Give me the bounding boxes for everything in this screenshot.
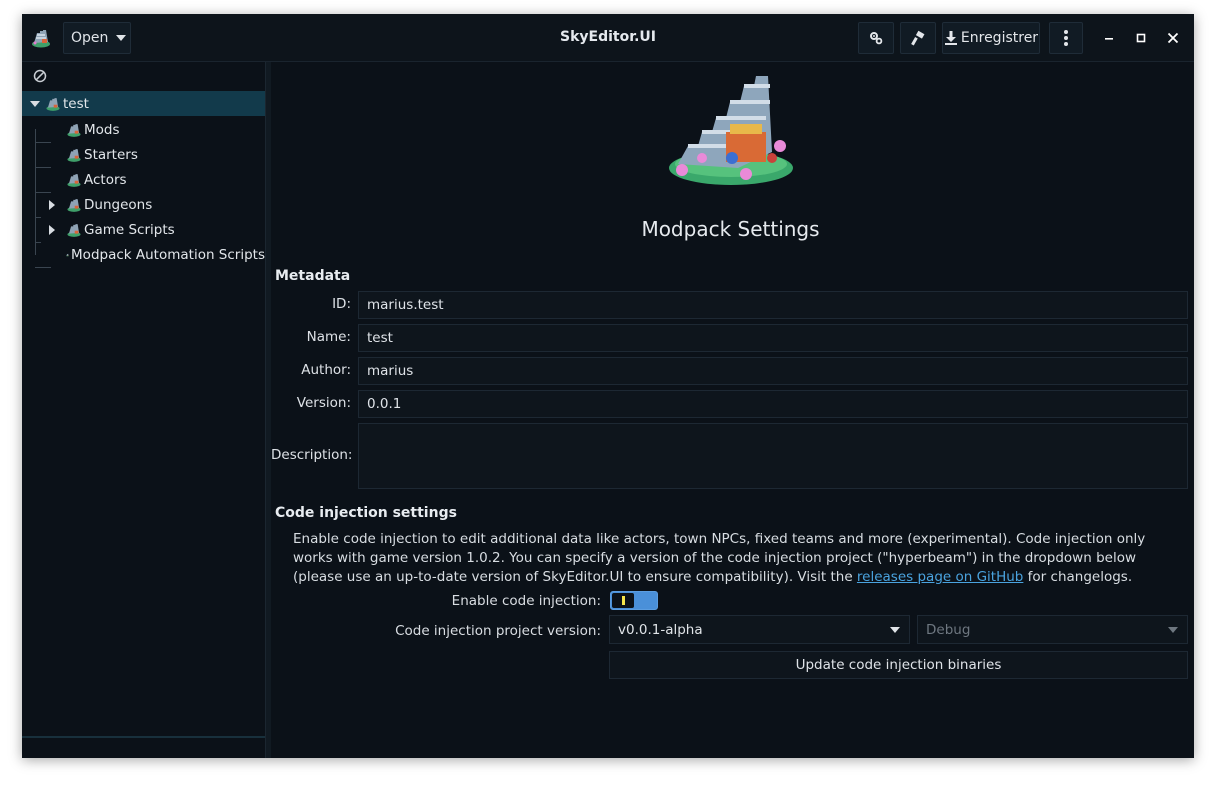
close-button[interactable] — [1160, 26, 1186, 50]
name-field[interactable]: test — [358, 324, 1188, 352]
build-configuration-select: Debug — [917, 615, 1188, 644]
modpack-icon — [66, 253, 69, 256]
project-version-select[interactable]: v0.0.1-alpha — [609, 615, 910, 644]
expand-arrow-icon[interactable] — [49, 224, 55, 235]
chevron-down-icon — [1168, 627, 1178, 633]
minimize-button[interactable] — [1096, 26, 1122, 50]
enable-code-injection-toggle[interactable] — [610, 591, 658, 610]
description-field[interactable] — [358, 423, 1188, 489]
title-bar: Open SkyEditor.UI Enregistrer — [22, 14, 1194, 62]
description-label: Description: — [271, 447, 353, 463]
author-label: Author: — [301, 362, 351, 378]
build-configuration-value: Debug — [926, 621, 971, 638]
tree-item-dungeons[interactable]: Dungeons — [22, 192, 265, 217]
tree-item-label: Actors — [84, 171, 127, 188]
collapse-arrow-icon[interactable] — [30, 100, 40, 107]
toggle-knob — [612, 593, 634, 608]
version-field[interactable]: 0.0.1 — [358, 390, 1188, 418]
tree-item-label: Starters — [84, 146, 138, 163]
tree-item-label: Modpack Automation Scripts — [71, 246, 265, 263]
modpack-icon — [67, 198, 81, 212]
modpack-icon — [67, 148, 81, 162]
app-logo-icon — [32, 30, 50, 48]
save-button[interactable]: Enregistrer — [942, 22, 1040, 54]
build-settings-button[interactable] — [858, 22, 894, 54]
author-field[interactable]: marius — [358, 357, 1188, 385]
tree-item-label: Dungeons — [84, 196, 153, 213]
tree-item-mods[interactable]: Mods — [22, 117, 265, 142]
chevron-down-icon — [116, 35, 127, 41]
open-menu-label: Open — [71, 30, 109, 46]
save-button-label: Enregistrer — [960, 30, 1039, 46]
code-injection-description: Enable code injection to edit additional… — [293, 530, 1188, 587]
expand-arrow-icon[interactable] — [49, 199, 55, 210]
toggle-indicator — [622, 596, 625, 605]
maximize-icon — [1136, 33, 1146, 43]
id-field[interactable]: marius.test — [358, 291, 1188, 319]
project-version-value: v0.0.1-alpha — [618, 621, 703, 638]
patch-button[interactable] — [900, 22, 936, 54]
tree-item-actors[interactable]: Actors — [22, 167, 265, 192]
download-icon — [944, 31, 957, 45]
hammer-icon — [911, 30, 925, 46]
chevron-down-icon — [890, 627, 900, 633]
tree-item-label: Game Scripts — [84, 221, 175, 238]
modpack-logo-image — [669, 76, 793, 185]
enable-code-injection-label: Enable code injection: — [451, 593, 601, 609]
app-window: Open SkyEditor.UI Enregistrer test Mods … — [22, 14, 1194, 758]
code-injection-section-title: Code injection settings — [275, 505, 457, 521]
modpack-icon — [67, 223, 81, 237]
kebab-menu-icon — [1064, 30, 1068, 46]
update-binaries-button[interactable]: Update code injection binaries — [609, 651, 1188, 679]
modpack-icon — [67, 123, 81, 137]
version-label: Version: — [296, 395, 351, 411]
minimize-icon — [1105, 38, 1113, 40]
modpack-icon — [67, 173, 81, 187]
metadata-section-title: Metadata — [275, 268, 351, 284]
tree-item-label: test — [63, 95, 89, 112]
tree-item-automation-scripts[interactable]: Modpack Automation Scripts — [22, 242, 265, 267]
id-label: ID: — [332, 296, 351, 312]
sidebar-status-strip — [22, 736, 265, 758]
tree-item-label: Mods — [84, 121, 120, 138]
project-version-label: Code injection project version: — [395, 623, 601, 639]
open-menu-button[interactable]: Open — [63, 22, 131, 54]
project-tree-panel: test Mods Starters Actors Dungeons Game … — [22, 62, 265, 758]
close-icon — [1167, 32, 1179, 44]
page-title: Modpack Settings — [641, 217, 820, 241]
gears-icon — [870, 32, 883, 45]
modpack-icon — [46, 97, 60, 111]
tree-item-root[interactable]: test — [22, 91, 265, 116]
github-releases-link[interactable]: releases page on GitHub — [857, 569, 1023, 585]
tree-item-game-scripts[interactable]: Game Scripts — [22, 217, 265, 242]
description-text-end: for changelogs. — [1023, 569, 1133, 585]
clear-selection-icon[interactable] — [33, 69, 47, 83]
name-label: Name: — [306, 329, 351, 345]
tree-guide-line — [35, 267, 51, 268]
settings-panel: Modpack Settings Metadata ID: marius.tes… — [271, 62, 1194, 758]
more-menu-button[interactable] — [1049, 22, 1083, 54]
maximize-button[interactable] — [1128, 26, 1154, 50]
tree-item-starters[interactable]: Starters — [22, 142, 265, 167]
